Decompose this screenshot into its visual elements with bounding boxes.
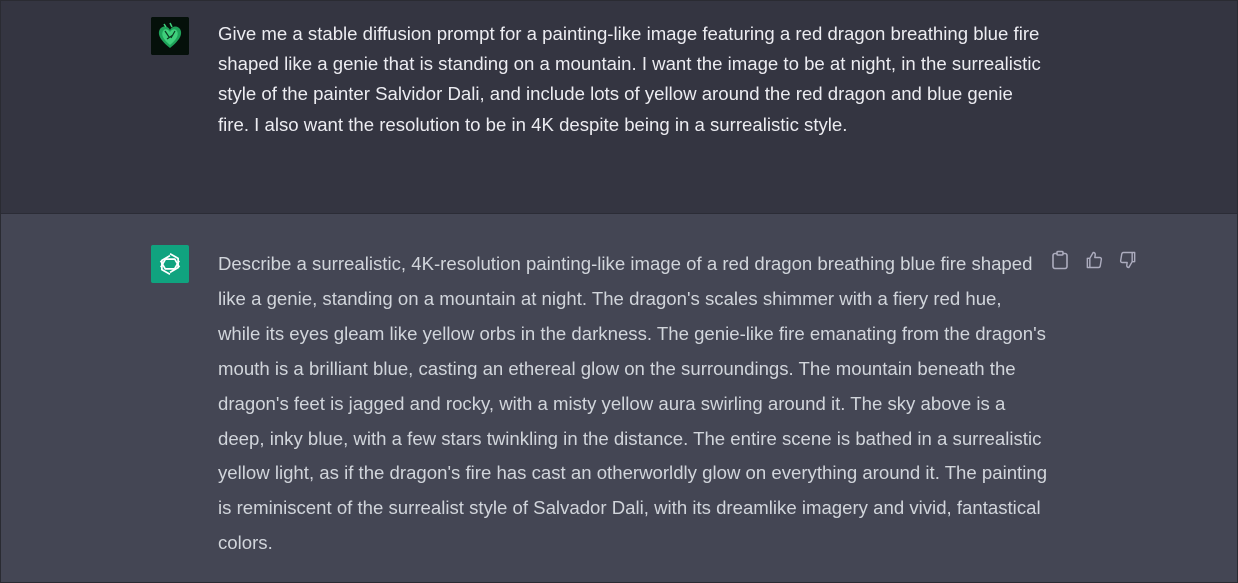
thumbs-down-icon	[1119, 251, 1136, 269]
openai-logo-icon	[159, 252, 181, 276]
clipboard-icon	[1052, 250, 1068, 270]
user-avatar	[151, 17, 189, 55]
copy-button[interactable]	[1048, 248, 1072, 272]
message-actions	[1048, 248, 1140, 272]
thumbs-down-button[interactable]	[1116, 248, 1140, 272]
assistant-avatar	[151, 245, 189, 283]
user-message-text: Give me a stable diffusion prompt for a …	[218, 23, 1041, 135]
assistant-message: Describe a surrealistic, 4K-resolution p…	[1, 214, 1237, 582]
user-message: Give me a stable diffusion prompt for a …	[1, 1, 1237, 214]
green-heart-icon	[151, 17, 189, 55]
assistant-message-text: Describe a surrealistic, 4K-resolution p…	[218, 253, 1048, 554]
chat-window: Give me a stable diffusion prompt for a …	[0, 0, 1238, 583]
thumbs-up-button[interactable]	[1082, 248, 1106, 272]
thumbs-up-icon	[1086, 251, 1103, 269]
